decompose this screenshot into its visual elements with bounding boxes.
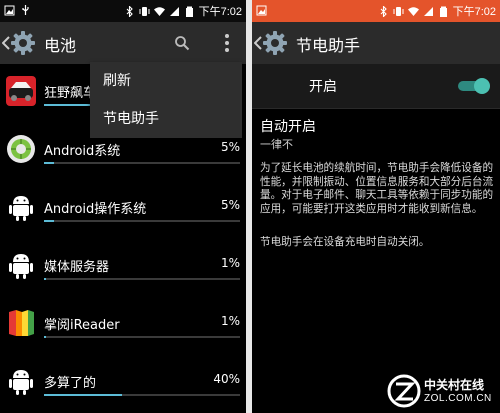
image-notification-icon bbox=[256, 5, 267, 16]
image-notification-icon bbox=[4, 5, 15, 16]
app-name: 多算了的 bbox=[44, 376, 97, 391]
battery-screen: 下午7:02 电池 狂野飙车 Android系统 5% Android操作系统 … bbox=[0, 0, 246, 413]
status-time: 下午7:02 bbox=[452, 6, 496, 18]
android-robot-icon bbox=[9, 196, 33, 221]
search-icon[interactable] bbox=[174, 35, 190, 51]
usage-bar-fill bbox=[44, 394, 123, 396]
page-title: 节电助手 bbox=[296, 36, 361, 55]
app-name: Android系统 bbox=[44, 144, 121, 159]
app-name: 媒体服务器 bbox=[44, 260, 110, 275]
usb-notification-icon bbox=[22, 5, 29, 15]
vibrate-icon bbox=[393, 6, 404, 16]
watermark-cn: 中关村在线 bbox=[424, 378, 485, 392]
usage-bar-fill bbox=[44, 220, 54, 222]
app-name: 狂野飙车 bbox=[44, 86, 97, 101]
signal-icon bbox=[169, 6, 179, 16]
usage-bar bbox=[44, 394, 240, 396]
watermark: 中关村在线 ZOL.COM.CN bbox=[386, 372, 498, 410]
usage-bar bbox=[44, 278, 240, 280]
usage-bar bbox=[44, 336, 240, 338]
list-item[interactable]: Android操作系统 5% bbox=[0, 180, 246, 238]
app-percent: 5% bbox=[220, 140, 240, 154]
master-toggle-row[interactable]: 开启 bbox=[252, 64, 500, 108]
wifi-icon bbox=[407, 6, 419, 16]
bluetooth-icon bbox=[126, 5, 133, 17]
status-bar: 下午7:02 bbox=[0, 0, 246, 22]
back-chevron-icon[interactable] bbox=[2, 36, 10, 50]
app-percent: 1% bbox=[220, 256, 240, 270]
battery-icon bbox=[185, 6, 193, 17]
usage-bar bbox=[44, 162, 240, 164]
status-time: 下午7:02 bbox=[198, 6, 242, 18]
menu-item-refresh[interactable]: 刷新 bbox=[90, 62, 242, 100]
bluetooth-icon bbox=[380, 5, 387, 17]
asphalt-game-icon bbox=[6, 76, 36, 106]
description-text: 为了延长电池的续航时间，节电助手会降低设备的性能，并限制振动、位置信息服务和大部… bbox=[260, 162, 494, 215]
list-item[interactable]: 媒体服务器 1% bbox=[0, 238, 246, 296]
overflow-menu-icon[interactable] bbox=[224, 33, 230, 53]
app-percent: 5% bbox=[220, 198, 240, 212]
charging-note: 节电助手会在设备充电时自动关闭。 bbox=[260, 236, 430, 248]
app-bar: 节电助手 bbox=[252, 22, 500, 64]
app-percent: 40% bbox=[213, 372, 240, 386]
list-item[interactable]: 多算了的 40% bbox=[0, 354, 246, 412]
back-chevron-icon[interactable] bbox=[254, 36, 262, 50]
watermark-en: ZOL.COM.CN bbox=[424, 393, 492, 404]
android-system-icon bbox=[7, 135, 35, 163]
auto-enable-title[interactable]: 自动开启 bbox=[260, 116, 316, 136]
usage-bar-fill bbox=[44, 336, 46, 338]
android-robot-icon bbox=[9, 370, 33, 395]
list-item[interactable]: 掌阅iReader 1% bbox=[0, 296, 246, 354]
battery-saver-switch[interactable] bbox=[456, 77, 490, 95]
divider-line bbox=[252, 108, 500, 109]
battery-icon bbox=[439, 6, 447, 17]
app-bar: 电池 bbox=[0, 22, 246, 64]
app-name: Android操作系统 bbox=[44, 202, 147, 217]
zol-logo-icon bbox=[387, 374, 421, 408]
settings-gear-icon[interactable] bbox=[10, 30, 36, 56]
app-percent: 1% bbox=[220, 314, 240, 328]
status-bar: 下午7:02 bbox=[252, 0, 500, 22]
usage-bar-fill bbox=[44, 162, 54, 164]
android-robot-icon bbox=[9, 254, 33, 279]
toggle-label: 开启 bbox=[309, 79, 337, 95]
usage-bar bbox=[44, 220, 240, 222]
ireader-book-icon bbox=[9, 310, 34, 336]
settings-gear-icon[interactable] bbox=[262, 30, 288, 56]
vibrate-icon bbox=[139, 6, 150, 16]
auto-enable-value: 一律不 bbox=[260, 138, 293, 151]
page-title: 电池 bbox=[44, 36, 77, 55]
wifi-icon bbox=[153, 6, 165, 16]
battery-saver-screen: 下午7:02 节电助手 开启 自动开启 一律不 为了延长电池的续航时间，节电助手… bbox=[252, 0, 500, 413]
menu-item-battery-saver[interactable]: 节电助手 bbox=[90, 100, 242, 138]
switch-thumb bbox=[474, 78, 490, 94]
signal-icon bbox=[423, 6, 433, 16]
app-name: 掌阅iReader bbox=[44, 318, 120, 333]
usage-bar-fill bbox=[44, 278, 46, 280]
overflow-menu: 刷新 节电助手 bbox=[90, 62, 242, 138]
